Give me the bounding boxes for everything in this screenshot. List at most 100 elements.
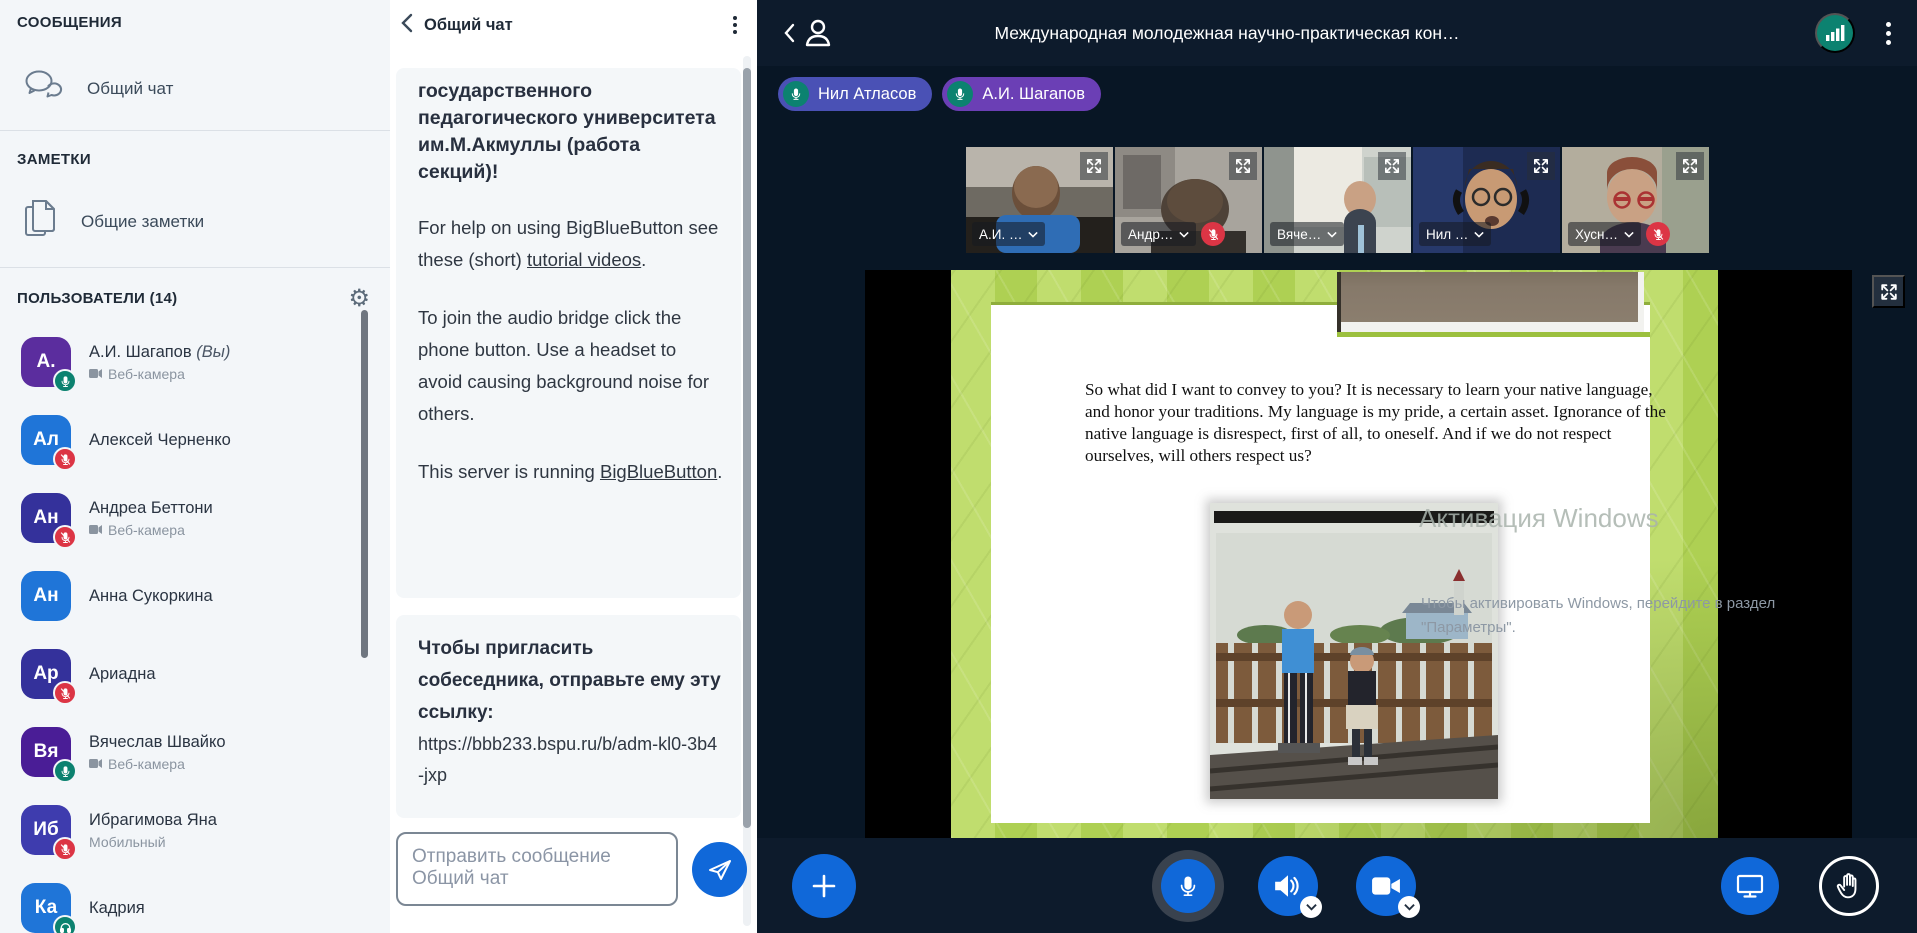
main-options-menu-icon[interactable]: [1886, 18, 1891, 49]
hand-icon: [1836, 872, 1862, 900]
divider: [0, 130, 390, 131]
audio-bridge-text: To join the audio bridge click the phone…: [418, 302, 723, 430]
slide-photo-top: [1337, 272, 1644, 332]
mic-icon: [947, 81, 973, 107]
avatar: Ан: [21, 493, 71, 543]
windows-activation-hint: Чтобы активировать Windows, перейдите в …: [1421, 592, 1775, 640]
user-row[interactable]: Ал Алексей Черненко: [0, 401, 356, 479]
user-row[interactable]: Ан Анна Сукоркина: [0, 557, 356, 635]
video-user-label[interactable]: Нил …: [1419, 222, 1491, 246]
presentation-slide: So what did I want to convey to you? It …: [951, 270, 1718, 838]
actions-plus-button[interactable]: [792, 854, 856, 918]
sidebar-item-public-chat[interactable]: Общий чат: [0, 53, 390, 124]
fullscreen-icon[interactable]: [1080, 152, 1108, 180]
chevron-down-icon: [1179, 231, 1189, 238]
video-tile[interactable]: Нил …: [1413, 147, 1560, 253]
webcam-options-chevron[interactable]: [1398, 896, 1420, 918]
chat-panel: Общий чат государственного педагогическо…: [390, 0, 757, 933]
help-text: For help on using BigBlueButton see thes…: [418, 212, 723, 276]
raise-hand-button[interactable]: [1819, 856, 1879, 916]
video-user-label[interactable]: Андр…: [1121, 222, 1196, 246]
presentation-fullscreen-button[interactable]: [1872, 275, 1905, 308]
invite-bold-text: Чтобы пригласить собеседника, отправьте …: [418, 633, 723, 729]
video-tile[interactable]: Хусн…: [1562, 147, 1709, 253]
talker-badge[interactable]: А.И. Шагапов: [942, 77, 1101, 111]
video-user-label[interactable]: Вяче…: [1270, 222, 1344, 246]
send-message-button[interactable]: [692, 842, 747, 897]
user-row[interactable]: А. А.И. Шагапов (Вы) Веб-камера: [0, 323, 356, 401]
mic-off-badge: [53, 681, 77, 705]
action-bar: [757, 838, 1917, 933]
invite-url: https://bbb233.bspu.ru/b/adm-kl0-3b4-jxp: [418, 729, 723, 791]
avatar: Вя: [21, 727, 71, 777]
monitor-icon: [1736, 873, 1764, 899]
connection-status-button[interactable]: [1815, 13, 1855, 53]
chevron-down-icon: [1306, 903, 1317, 911]
user-row[interactable]: Ан Андреа Беттони Веб-камера: [0, 479, 356, 557]
avatar: Ан: [21, 571, 71, 621]
signal-bars-icon: [1825, 24, 1845, 42]
avatar: А.: [21, 337, 71, 387]
mic-on-badge: [53, 759, 77, 783]
bigbluebutton-link[interactable]: BigBlueButton: [600, 461, 717, 482]
avatar: Ал: [21, 415, 71, 465]
slide-text: So what did I want to convey to you? It …: [1085, 379, 1670, 467]
webcam-icon: [89, 524, 103, 535]
message-input[interactable]: [396, 832, 678, 906]
user-list: А. А.И. Шагапов (Вы) Веб-камера Ал Алекс…: [0, 302, 390, 933]
send-plane-icon: [706, 855, 734, 883]
public-chat-label: Общий чат: [87, 79, 173, 99]
mic-off-badge: [53, 525, 77, 549]
chat-bubbles-icon: [23, 69, 63, 108]
fullscreen-icon[interactable]: [1676, 152, 1704, 180]
screen-share-button[interactable]: [1721, 857, 1779, 915]
tutorial-videos-link[interactable]: tutorial videos: [527, 249, 641, 270]
webcam-icon: [89, 758, 103, 769]
video-camera-icon: [1371, 874, 1401, 898]
welcome-bold-text: государственного педагогического универс…: [418, 78, 723, 186]
chat-scrollbar-thumb[interactable]: [743, 68, 751, 828]
talker-badges: Нил Атласов А.И. Шагапов: [778, 77, 1101, 111]
headphones-badge: [53, 915, 77, 933]
fullscreen-icon[interactable]: [1527, 152, 1555, 180]
user-row[interactable]: Иб Ибрагимова Яна Мобильный: [0, 791, 356, 869]
avatar: Иб: [21, 805, 71, 855]
talker-badge[interactable]: Нил Атласов: [778, 77, 932, 111]
mute-microphone-button[interactable]: [1161, 859, 1215, 913]
chevron-down-icon: [1028, 231, 1038, 238]
fullscreen-icon[interactable]: [1378, 152, 1406, 180]
messages-header: СООБЩЕНИЯ: [0, 0, 390, 31]
invite-message: Чтобы пригласить собеседника, отправьте …: [396, 615, 741, 818]
user-row[interactable]: Ар Ариадна: [0, 635, 356, 713]
user-row[interactable]: Ка Кадрия: [0, 869, 356, 933]
muted-mic-icon: [1201, 222, 1225, 246]
chat-options-menu-icon[interactable]: [727, 12, 743, 38]
notes-pages-icon: [23, 198, 57, 245]
userlist-scrollbar[interactable]: [361, 310, 368, 658]
fullscreen-icon[interactable]: [1229, 152, 1257, 180]
avatar: Ка: [21, 883, 71, 933]
microphone-icon: [1176, 872, 1200, 900]
plus-icon: [809, 871, 839, 901]
mic-off-badge: [53, 447, 77, 471]
speaker-icon: [1273, 872, 1303, 900]
main-area: Международная молодежная научно-практиче…: [757, 0, 1917, 933]
audio-options-chevron[interactable]: [1300, 896, 1322, 918]
video-tile[interactable]: А.И. …: [966, 147, 1113, 253]
left-sidebar: СООБЩЕНИЯ Общий чат ЗАМЕТКИ Общие заметк…: [0, 0, 390, 933]
slide-content: So what did I want to convey to you? It …: [991, 302, 1650, 823]
chevron-down-icon: [1474, 231, 1484, 238]
chevron-down-icon: [1327, 231, 1337, 238]
video-user-label[interactable]: А.И. …: [972, 222, 1045, 246]
video-tile[interactable]: Андр…: [1115, 147, 1262, 253]
video-user-label[interactable]: Хусн…: [1568, 222, 1641, 246]
video-tile[interactable]: Вяче…: [1264, 147, 1411, 253]
sidebar-item-shared-notes[interactable]: Общие заметки: [0, 182, 390, 261]
back-chevron-icon[interactable]: [400, 13, 414, 38]
divider: [0, 267, 390, 268]
chevron-down-icon: [1404, 903, 1415, 911]
chat-title: Общий чат: [424, 16, 727, 35]
user-row[interactable]: Вя Вячеслав Швайко Веб-камера: [0, 713, 356, 791]
chevron-down-icon: [1624, 231, 1634, 238]
slide-photo: [1210, 503, 1498, 799]
